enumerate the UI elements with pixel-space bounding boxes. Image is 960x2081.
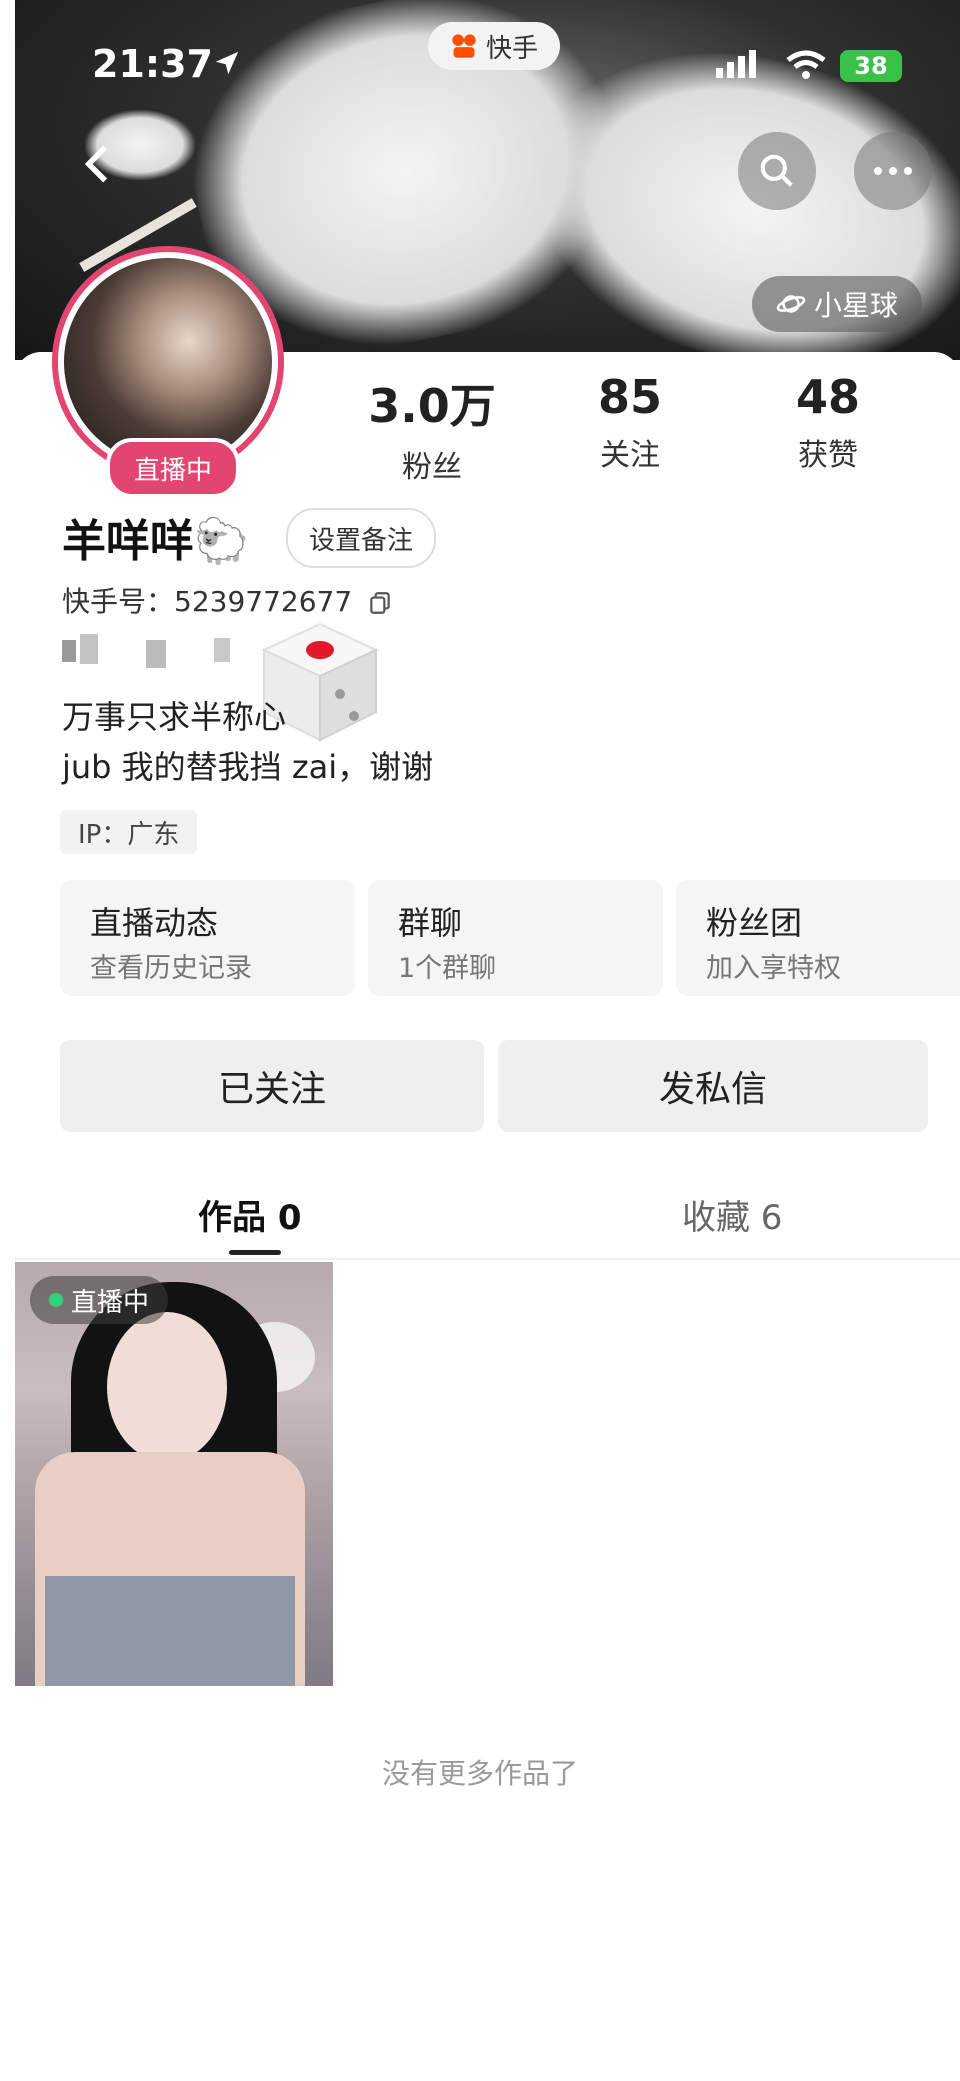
- avatar[interactable]: [64, 258, 272, 466]
- profile-name: 羊咩咩🐑: [62, 505, 249, 569]
- planet-icon: [776, 295, 806, 313]
- work-thumbnail[interactable]: [15, 1262, 333, 1686]
- back-icon[interactable]: [78, 142, 114, 190]
- stat-likes[interactable]: 48 获赞: [728, 370, 928, 474]
- bio-line-2: jub 我的替我挡 zai，谢谢: [62, 748, 434, 786]
- ip-location-tag: IP：广东: [60, 810, 198, 854]
- card-group-chat[interactable]: 群聊 1个群聊: [368, 880, 663, 996]
- battery-icon: 38: [840, 50, 902, 82]
- no-more-works-text: 没有更多作品了: [381, 1757, 578, 1790]
- followed-button[interactable]: 已关注: [60, 1040, 484, 1132]
- set-remark-button[interactable]: 设置备注: [286, 508, 436, 568]
- signal-icon: [714, 50, 764, 84]
- location-arrow-icon: [212, 48, 242, 82]
- kuaishou-id: 快手号：5239772677: [62, 580, 393, 620]
- status-time: 21:37: [92, 42, 213, 86]
- tab-favorites[interactable]: 收藏 6: [682, 1190, 782, 1239]
- avatar-live-badge[interactable]: 直播中: [106, 438, 240, 498]
- mosaic-block: [214, 638, 230, 662]
- thumb-live-badge: 直播中: [30, 1276, 168, 1324]
- planet-button[interactable]: 小星球: [752, 276, 922, 332]
- thumb-dress: [45, 1576, 295, 1686]
- tab-divider: [15, 1258, 960, 1260]
- card-fan-club-title: 粉丝团: [706, 904, 803, 942]
- sheep-emoji: 🐑: [194, 516, 249, 567]
- thumb-live-text: 直播中: [70, 1287, 149, 1318]
- stat-following-label: 关注: [600, 438, 660, 473]
- planet-label: 小星球: [813, 289, 898, 322]
- card-live-history-subtitle: 查看历史记录: [90, 953, 252, 984]
- more-icon[interactable]: [854, 132, 932, 210]
- thumb-face: [107, 1312, 227, 1462]
- stat-fans-value: 3.0万: [368, 379, 496, 433]
- stat-fans[interactable]: 3.0万 粉丝: [332, 370, 532, 486]
- stat-following[interactable]: 85 关注: [530, 370, 730, 474]
- stat-fans-label: 粉丝: [402, 450, 462, 485]
- card-live-history-title: 直播动态: [90, 904, 219, 942]
- card-group-chat-title: 群聊: [398, 904, 463, 942]
- copy-icon[interactable]: [367, 590, 393, 616]
- stat-following-value: 85: [597, 370, 662, 424]
- search-icon[interactable]: [738, 132, 816, 210]
- live-dot-icon: [48, 1293, 63, 1307]
- kuaishou-id-text: 快手号：5239772677: [62, 585, 353, 618]
- card-group-chat-subtitle: 1个群聊: [398, 953, 497, 984]
- stat-likes-value: 48: [795, 370, 860, 424]
- card-fan-club[interactable]: 粉丝团 加入享特权: [676, 880, 960, 996]
- app-name: 快手: [485, 33, 538, 64]
- battery-level: 38: [854, 52, 888, 80]
- mosaic-block: [62, 640, 76, 662]
- app-name-pill: 快手: [428, 22, 560, 70]
- card-live-history[interactable]: 直播动态 查看历史记录: [60, 880, 355, 996]
- wifi-icon: [784, 48, 828, 84]
- card-fan-club-subtitle: 加入享特权: [706, 953, 841, 984]
- send-message-button[interactable]: 发私信: [498, 1040, 928, 1132]
- tab-active-indicator: [229, 1250, 281, 1255]
- mosaic-block: [146, 640, 166, 668]
- tab-works[interactable]: 作品 0: [198, 1190, 302, 1239]
- stat-likes-label: 获赞: [798, 438, 858, 473]
- bio-line-1: 万事只求半称心: [62, 698, 287, 736]
- mosaic-block: [80, 634, 98, 664]
- profile-name-text: 羊咩咩: [62, 516, 194, 567]
- kuaishou-logo-icon: [452, 34, 476, 58]
